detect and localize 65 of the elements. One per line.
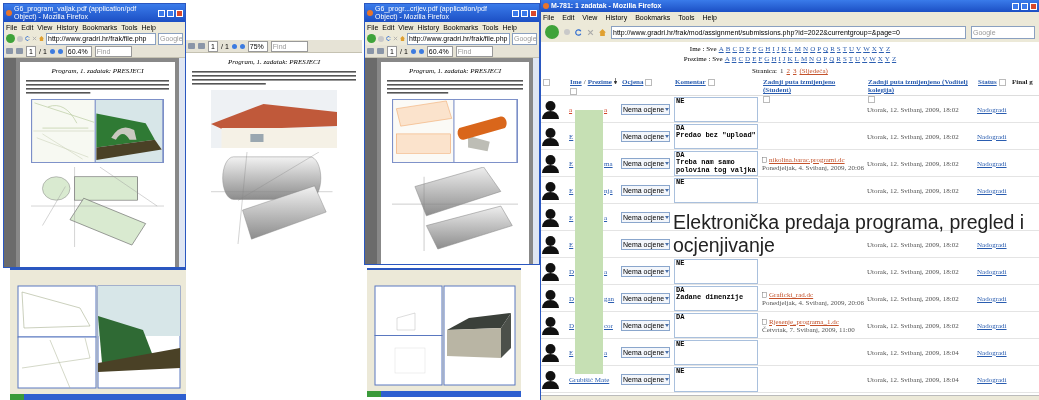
- save-icon[interactable]: [377, 48, 384, 54]
- close-button[interactable]: [530, 9, 537, 17]
- back-button[interactable]: [6, 34, 15, 43]
- maximize-button[interactable]: [521, 9, 528, 17]
- avatar-silhouette-icon: [542, 127, 559, 146]
- forward-button[interactable]: [17, 35, 23, 42]
- home-icon[interactable]: [400, 36, 405, 41]
- collapse-icon[interactable]: [868, 96, 875, 103]
- reload-icon[interactable]: [386, 36, 391, 41]
- collapse-icon[interactable]: [707, 79, 715, 86]
- browser-icon: [367, 10, 373, 16]
- collapse-icon[interactable]: [763, 96, 770, 103]
- forward-button[interactable]: [378, 35, 384, 42]
- scrollbar[interactable]: [179, 58, 185, 267]
- avatar-silhouette-icon: [542, 343, 559, 362]
- close-button[interactable]: [1030, 2, 1037, 10]
- zoom-out-icon[interactable]: [231, 43, 237, 49]
- minimize-button[interactable]: [158, 9, 165, 17]
- print-icon[interactable]: [367, 48, 374, 54]
- stop-icon[interactable]: [587, 28, 594, 36]
- browser-icon: [6, 10, 12, 16]
- browser-icon: [543, 3, 549, 9]
- print-icon[interactable]: [188, 43, 195, 49]
- stop-icon[interactable]: [393, 36, 398, 41]
- zoom-in-icon[interactable]: [418, 48, 424, 54]
- stop-icon[interactable]: [32, 36, 37, 41]
- back-button[interactable]: [545, 25, 559, 39]
- close-button[interactable]: [176, 9, 183, 17]
- caption-line: Elektronička predaja programa, pregled i: [673, 211, 1025, 234]
- reload-icon[interactable]: [25, 36, 30, 41]
- avatar-silhouette-icon: [542, 154, 559, 173]
- avatar-silhouette-icon: [542, 235, 559, 254]
- collapse-icon[interactable]: [543, 79, 550, 86]
- zoom-out-icon[interactable]: [410, 48, 416, 54]
- save-icon[interactable]: [16, 48, 23, 54]
- document-icon: [762, 291, 767, 298]
- forward-button[interactable]: [564, 29, 570, 35]
- caption-line: ocjenjivanje: [673, 234, 775, 257]
- document-icon: [762, 156, 767, 163]
- avatar-silhouette-icon: [542, 316, 559, 335]
- avatar-silhouette-icon: [542, 181, 559, 200]
- print-icon[interactable]: [6, 48, 13, 54]
- avatar-silhouette-icon: [542, 100, 559, 119]
- avatar-silhouette-icon: [542, 262, 559, 281]
- home-icon[interactable]: [39, 36, 44, 41]
- scrollbar[interactable]: [533, 58, 539, 264]
- avatar-silhouette-icon: [542, 208, 559, 227]
- avatar-silhouette-icon: [542, 370, 559, 389]
- minimize-button[interactable]: [512, 9, 519, 17]
- maximize-button[interactable]: [1021, 2, 1028, 10]
- reload-icon[interactable]: [575, 28, 582, 36]
- zoom-in-icon[interactable]: [57, 48, 63, 54]
- collapse-icon[interactable]: [998, 79, 1006, 86]
- zoom-in-icon[interactable]: [239, 43, 245, 49]
- zoom-out-icon[interactable]: [49, 48, 55, 54]
- minimize-button[interactable]: [1012, 2, 1019, 10]
- collapse-icon[interactable]: [570, 88, 577, 95]
- document-icon: [762, 318, 767, 325]
- avatar-silhouette-icon: [542, 289, 559, 308]
- home-icon[interactable]: [599, 28, 606, 36]
- maximize-button[interactable]: [167, 9, 174, 17]
- back-button[interactable]: [367, 34, 376, 43]
- sort-arrow-icon: [614, 78, 617, 84]
- save-icon[interactable]: [198, 43, 205, 49]
- collapse-icon[interactable]: [645, 79, 653, 86]
